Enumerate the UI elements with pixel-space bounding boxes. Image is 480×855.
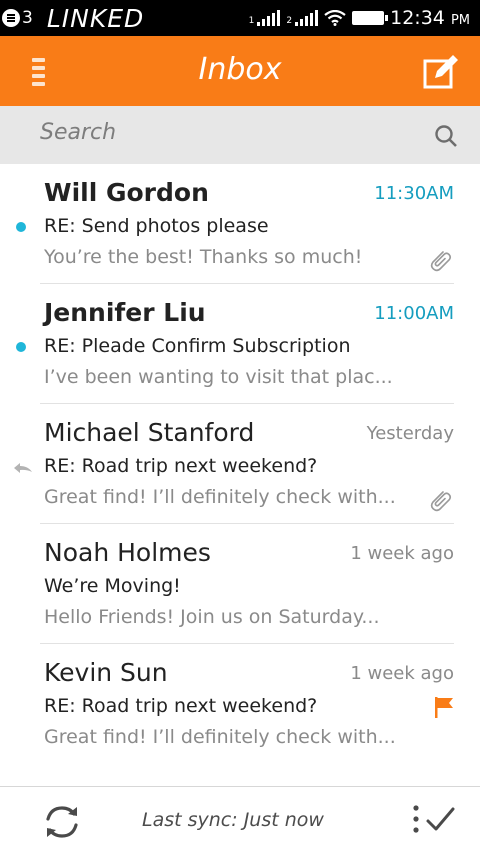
bottom-toolbar: Last sync: Just now bbox=[0, 786, 480, 855]
message-subject: RE: Pleade Confirm Subscription bbox=[44, 335, 351, 357]
search-bar[interactable]: Search bbox=[0, 106, 480, 164]
message-preview: Great find! I’ll definitely check with..… bbox=[44, 726, 396, 748]
unread-dot bbox=[16, 342, 26, 352]
search-icon[interactable] bbox=[434, 124, 458, 148]
signal-sim2-icon: 2 bbox=[286, 10, 319, 26]
sender-name: Will Gordon bbox=[44, 178, 209, 207]
app-header: Inbox bbox=[0, 36, 480, 106]
message-row[interactable]: Will Gordon 11:30AM RE: Send photos plea… bbox=[0, 164, 480, 284]
message-row[interactable]: Noah Holmes 1 week ago We’re Moving! Hel… bbox=[0, 524, 480, 644]
signal-sim1-icon: 1 bbox=[249, 10, 281, 26]
sender-name: Kevin Sun bbox=[44, 658, 168, 687]
page-title: Inbox bbox=[198, 52, 282, 87]
message-time: 1 week ago bbox=[350, 663, 454, 684]
message-time: 1 week ago bbox=[350, 543, 454, 564]
attachment-icon bbox=[430, 491, 452, 512]
select-messages-icon[interactable] bbox=[412, 803, 456, 837]
unread-dot bbox=[16, 222, 26, 232]
notification-count: 3 bbox=[22, 8, 33, 28]
status-clock: 12:34 PM bbox=[390, 7, 470, 29]
compose-icon[interactable] bbox=[422, 52, 460, 90]
message-preview: Hello Friends! Join us on Saturday... bbox=[44, 606, 380, 628]
search-input[interactable]: Search bbox=[40, 120, 116, 145]
carrier-name: LINKED bbox=[46, 3, 145, 33]
message-list: Will Gordon 11:30AM RE: Send photos plea… bbox=[0, 164, 480, 764]
clock-ampm: PM bbox=[450, 13, 470, 28]
status-bar: 3 LINKED 1 2 12:34 PM bbox=[0, 0, 480, 36]
sim1-label: 1 bbox=[248, 16, 255, 26]
sync-icon[interactable] bbox=[42, 803, 82, 841]
sender-name: Jennifer Liu bbox=[44, 298, 206, 327]
wifi-icon bbox=[324, 10, 346, 26]
message-preview: I’ve been wanting to visit that plac... bbox=[44, 366, 393, 388]
message-row[interactable]: Jennifer Liu 11:00AM RE: Pleade Confirm … bbox=[0, 284, 480, 404]
message-row[interactable]: Kevin Sun 1 week ago RE: Road trip next … bbox=[0, 644, 480, 764]
sim2-label: 2 bbox=[286, 16, 293, 26]
message-subject: RE: Road trip next weekend? bbox=[44, 695, 318, 717]
message-preview: You’re the best! Thanks so much! bbox=[44, 246, 363, 268]
clock-time: 12:34 bbox=[390, 7, 445, 29]
notification-icon[interactable] bbox=[2, 9, 20, 27]
sender-name: Michael Stanford bbox=[44, 418, 255, 447]
message-time: 11:30AM bbox=[374, 183, 454, 204]
replied-icon bbox=[14, 463, 32, 473]
flag-icon bbox=[435, 697, 453, 718]
message-subject: RE: Send photos please bbox=[44, 215, 269, 237]
message-preview: Great find! I’ll definitely check with..… bbox=[44, 486, 396, 508]
last-sync-label: Last sync: Just now bbox=[142, 809, 324, 831]
message-time: Yesterday bbox=[366, 423, 454, 444]
message-subject: RE: Road trip next weekend? bbox=[44, 455, 318, 477]
message-row[interactable]: Michael Stanford Yesterday RE: Road trip… bbox=[0, 404, 480, 524]
sender-name: Noah Holmes bbox=[44, 538, 211, 567]
attachment-icon bbox=[430, 251, 452, 272]
message-subject: We’re Moving! bbox=[44, 575, 181, 597]
message-time: 11:00AM bbox=[374, 303, 454, 324]
battery-icon bbox=[352, 11, 389, 25]
